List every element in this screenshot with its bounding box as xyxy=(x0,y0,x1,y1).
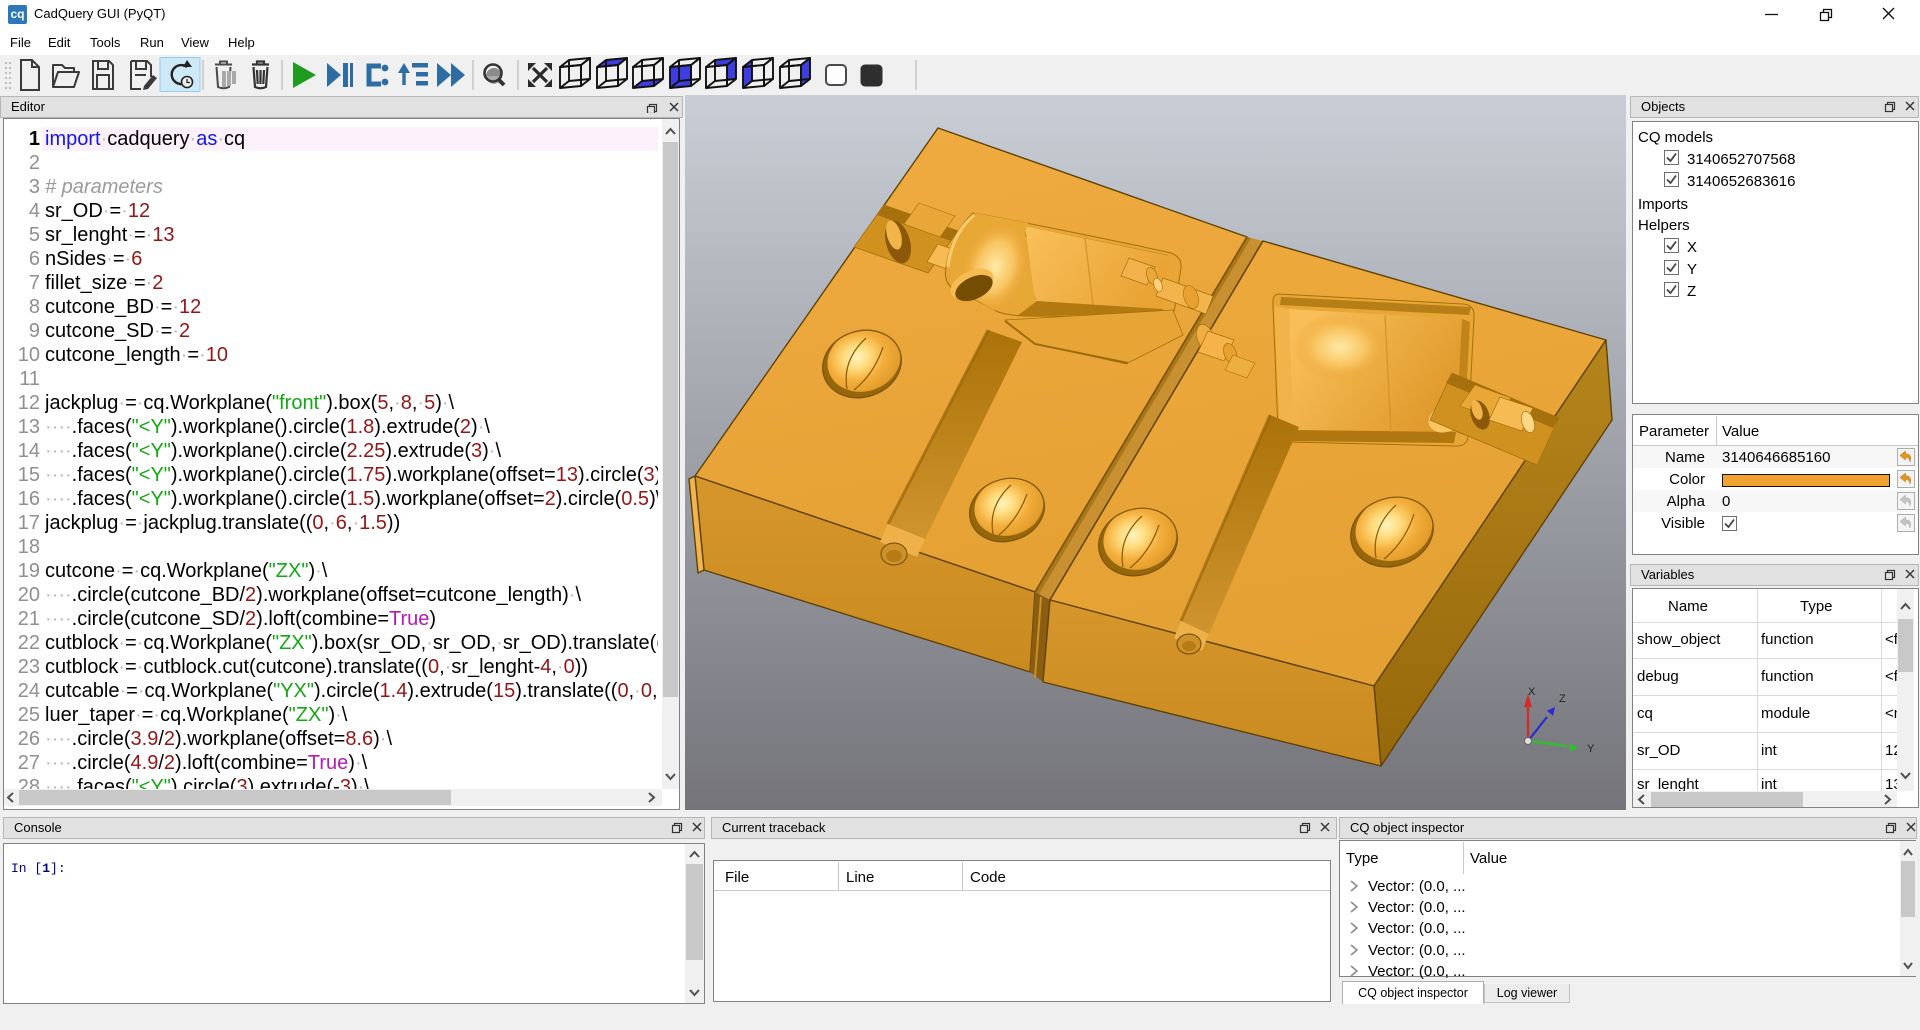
svg-text:Z: Z xyxy=(1559,693,1566,705)
svg-text:Y: Y xyxy=(1587,743,1595,755)
svg-text:X: X xyxy=(1528,686,1536,698)
